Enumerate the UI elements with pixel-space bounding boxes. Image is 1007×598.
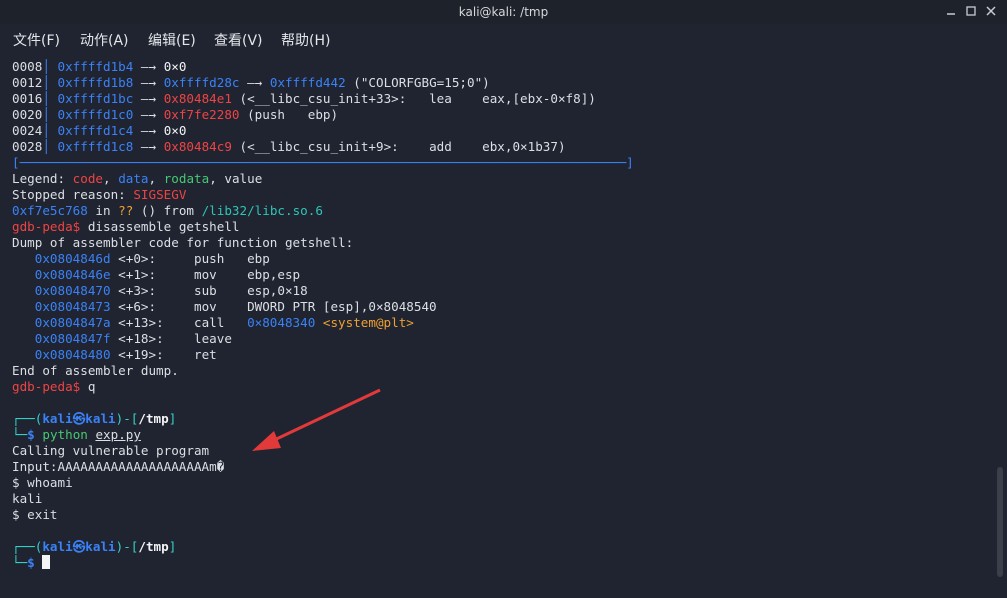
scrollbar-thumb[interactable] [997,467,1003,577]
annotation-arrow-icon [252,388,381,451]
